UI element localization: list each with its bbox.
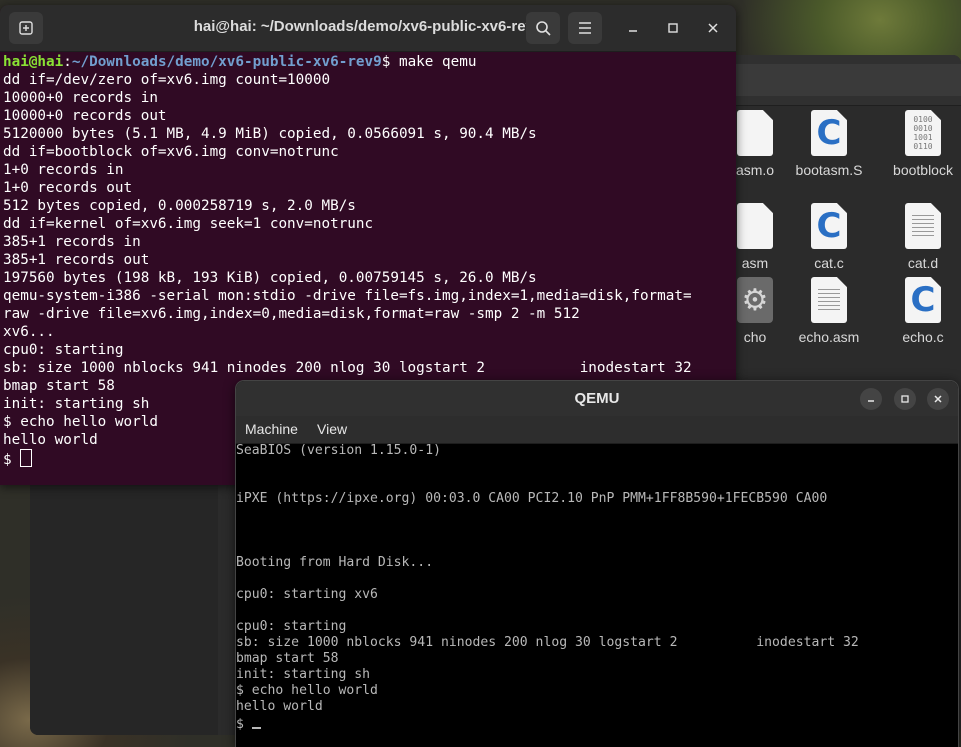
- menu-button[interactable]: [568, 12, 602, 44]
- close-icon: [934, 395, 942, 403]
- qemu-close-button[interactable]: [927, 388, 949, 410]
- qemu-screen-line: cpu0: starting: [236, 619, 347, 634]
- qemu-maximize-button[interactable]: [894, 388, 916, 410]
- qemu-screen-line: Booting from Hard Disk...: [236, 555, 434, 570]
- text-file-icon: [905, 203, 941, 249]
- terminal-line: 5120000 bytes (5.1 MB, 4.9 MiB) copied, …: [3, 126, 537, 142]
- terminal-line: dd if=bootblock of=xv6.img conv=notrunc: [3, 144, 339, 160]
- terminal-line: xv6...: [3, 324, 55, 340]
- file-item[interactable]: C echo.c: [878, 277, 961, 345]
- qemu-screen-line: init: starting sh: [236, 667, 371, 682]
- minimize-icon: [868, 400, 874, 402]
- close-icon: [708, 23, 718, 33]
- command-text: make qemu: [398, 54, 477, 70]
- text-cursor: [251, 715, 261, 729]
- terminal-line: 512 bytes copied, 0.000258719 s, 2.0 MB/…: [3, 198, 356, 214]
- file-label: cat.c: [814, 255, 844, 271]
- executable-gear-icon: ⚙: [737, 277, 773, 323]
- prompt-symbol: $: [381, 54, 399, 70]
- maximize-icon: [901, 395, 909, 403]
- terminal-line: qemu-system-i386 -serial mon:stdio -driv…: [3, 288, 692, 304]
- qemu-titlebar: QEMU: [236, 381, 958, 416]
- text-cursor: [20, 449, 33, 467]
- file-label: bootasm.S: [795, 162, 863, 178]
- qemu-window: QEMU Machine View SeaBIOS (version 1.15.…: [236, 381, 958, 747]
- terminal-line: dd if=/dev/zero of=xv6.img count=10000: [3, 72, 331, 88]
- terminal-line: 385+1 records out: [3, 252, 150, 268]
- c-source-file-icon: C: [811, 110, 847, 156]
- file-item[interactable]: C bootasm.S: [784, 110, 874, 178]
- minimize-icon: [629, 30, 637, 32]
- terminal-line: dd if=kernel of=xv6.img seek=1 conv=notr…: [3, 216, 374, 232]
- command-line: hai@hai:~/Downloads/demo/xv6-public-xv6-…: [3, 53, 736, 71]
- terminal-line: raw -drive file=xv6.img,index=0,media=di…: [3, 306, 580, 322]
- qemu-title: QEMU: [574, 390, 620, 407]
- file-item[interactable]: cat.d: [878, 203, 961, 271]
- file-item[interactable]: 0100 0010 1001 0110 bootblock: [878, 110, 961, 178]
- terminal-line: sb: size 1000 nblocks 941 ninodes 200 nl…: [3, 360, 692, 376]
- qemu-screen-line: bmap start 58: [236, 651, 339, 666]
- terminal-line: 385+1 records in: [3, 234, 141, 250]
- prompt-path: ~/Downloads/demo/xv6-public-xv6-rev9: [71, 54, 382, 70]
- c-source-file-icon: C: [905, 277, 941, 323]
- file-label: cat.d: [907, 255, 939, 271]
- qemu-screen-line: [236, 539, 958, 555]
- binary-file-icon: [737, 110, 773, 156]
- binary-file-icon: [737, 203, 773, 249]
- qemu-screen-line: [236, 459, 958, 475]
- terminal-line: 10000+0 records in: [3, 90, 158, 106]
- qemu-screen-line: [236, 523, 958, 539]
- qemu-screen-line: SeaBIOS (version 1.15.0-1): [236, 443, 441, 458]
- qemu-screen-line: cpu0: starting xv6: [236, 587, 378, 602]
- maximize-icon: [668, 23, 678, 33]
- path-bar[interactable]: [730, 64, 961, 96]
- file-item[interactable]: echo.asm: [784, 277, 874, 345]
- c-source-file-icon: C: [811, 203, 847, 249]
- hamburger-menu-icon: [579, 22, 591, 34]
- qemu-menubar: Machine View: [236, 416, 958, 444]
- search-button[interactable]: [526, 12, 560, 44]
- menu-machine[interactable]: Machine: [245, 421, 298, 437]
- qemu-screen-line: [236, 603, 958, 619]
- qemu-vga-screen[interactable]: SeaBIOS (version 1.15.0-1) iPXE (https://…: [236, 443, 958, 747]
- prompt-user: hai@hai: [3, 54, 64, 70]
- search-icon: [536, 21, 551, 36]
- binary-file-icon: 0100 0010 1001 0110: [905, 110, 941, 156]
- file-label: echo.c: [902, 329, 944, 345]
- terminal-line: 1+0 records in: [3, 162, 124, 178]
- prompt-symbol: $: [236, 717, 252, 732]
- qemu-minimize-button[interactable]: [860, 388, 882, 410]
- qemu-current-prompt: $: [236, 715, 958, 732]
- qemu-screen-line: [236, 571, 958, 587]
- file-item[interactable]: C cat.c: [784, 203, 874, 271]
- menu-view[interactable]: View: [317, 421, 347, 437]
- terminal-line: cpu0: starting: [3, 342, 124, 358]
- terminal-titlebar: hai@hai: ~/Downloads/demo/xv6-public-xv6…: [0, 5, 736, 52]
- qemu-screen-line: iPXE (https://ipxe.org) 00:03.0 CA00 PCI…: [236, 491, 828, 506]
- file-label: bootblock: [893, 162, 953, 178]
- maximize-button[interactable]: [661, 16, 685, 40]
- terminal-line: 1+0 records out: [3, 180, 133, 196]
- qemu-screen-line: [236, 475, 958, 491]
- prompt-separator: :: [63, 54, 72, 70]
- qemu-screen-line: hello world: [236, 699, 323, 714]
- terminal-line: 197560 bytes (198 kB, 193 KiB) copied, 0…: [3, 270, 537, 286]
- text-file-icon: [811, 277, 847, 323]
- minimize-button[interactable]: [621, 16, 645, 40]
- prompt-symbol: $: [3, 452, 21, 468]
- close-button[interactable]: [701, 16, 725, 40]
- qemu-screen-line: $ echo hello world: [236, 683, 378, 698]
- file-label: echo.asm: [798, 329, 860, 345]
- terminal-line: 10000+0 records out: [3, 108, 167, 124]
- qemu-screen-lines: SeaBIOS (version 1.15.0-1) iPXE (https://…: [236, 443, 958, 715]
- qemu-screen-line: sb: size 1000 nblocks 941 ninodes 200 nl…: [236, 635, 859, 650]
- qemu-screen-line: [236, 507, 958, 523]
